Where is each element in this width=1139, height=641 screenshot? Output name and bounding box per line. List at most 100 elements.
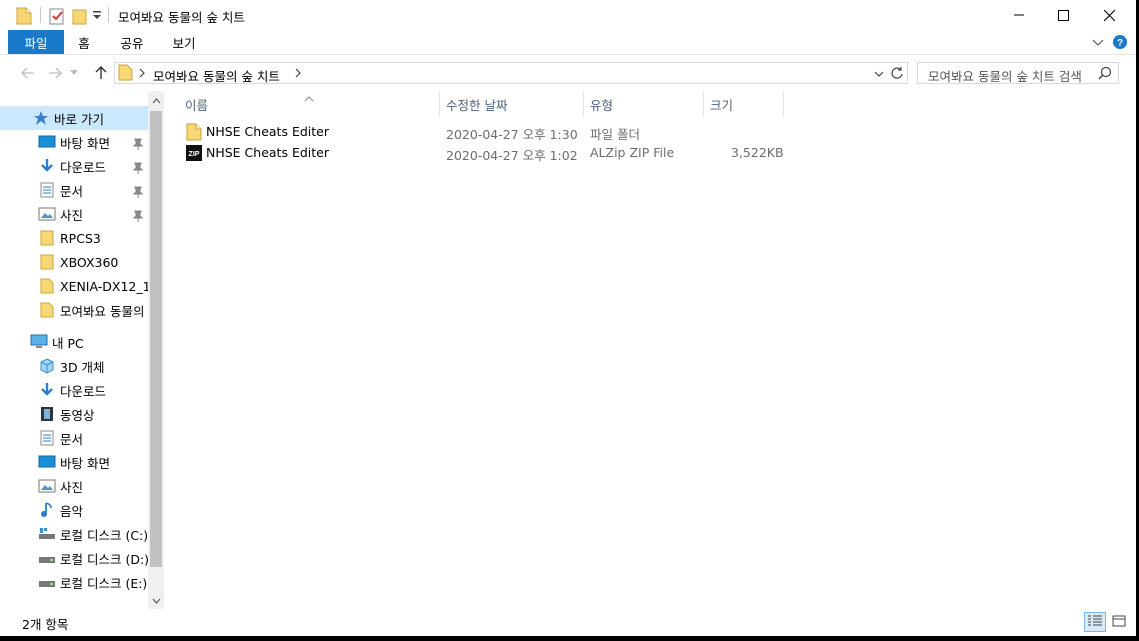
document-icon xyxy=(38,429,56,447)
back-button[interactable] xyxy=(18,65,38,81)
search-placeholder: 모여봐요 동물의 숲 치트 검색 xyxy=(928,69,1082,84)
minimize-button[interactable] xyxy=(996,0,1042,30)
nav-label: 문서 xyxy=(60,183,84,199)
file-name: NHSE Cheats Editer xyxy=(206,145,329,160)
breadcrumb-chevron-icon[interactable] xyxy=(295,67,301,81)
drive-icon xyxy=(38,549,56,567)
nav-item-music[interactable]: 음악 xyxy=(38,498,83,522)
nav-label: 로컬 디스크 (D:) xyxy=(60,551,150,567)
scroll-thumb[interactable] xyxy=(150,111,162,567)
nav-this-pc[interactable]: 내 PC xyxy=(30,330,84,354)
folder-icon xyxy=(38,229,56,247)
nav-item-rpcs3[interactable]: RPCS3 xyxy=(38,226,101,250)
file-type: 파일 폴더 xyxy=(590,127,640,142)
system-drive-icon xyxy=(38,525,56,543)
pin-icon[interactable] xyxy=(132,138,144,150)
star-icon xyxy=(32,109,50,127)
folder-icon xyxy=(118,64,133,84)
scroll-down-icon[interactable] xyxy=(148,593,164,609)
column-header-name[interactable]: 이름 xyxy=(185,91,208,117)
picture-icon xyxy=(38,205,56,223)
nav-item-pc-documents[interactable]: 문서 xyxy=(38,426,83,450)
nav-item-xbox360[interactable]: XBOX360 xyxy=(38,250,118,274)
nav-item-drive-e[interactable]: 로컬 디스크 (E:) xyxy=(38,570,147,594)
nav-item-drive-c[interactable]: 로컬 디스크 (C:) xyxy=(38,522,148,546)
nav-quick-access[interactable]: 바로 가기 xyxy=(0,106,148,130)
scroll-up-icon[interactable] xyxy=(148,93,164,109)
download-icon xyxy=(38,381,56,399)
nav-item-pc-pictures[interactable]: 사진 xyxy=(38,474,83,498)
tab-view[interactable]: 보기 xyxy=(162,30,206,54)
svg-text:ZIP: ZIP xyxy=(189,151,200,158)
nav-item-3d-objects[interactable]: 3D 개체 xyxy=(38,354,105,378)
customize-quick-access-icon[interactable] xyxy=(93,9,101,24)
address-bar[interactable]: 모여봐요 동물의 숲 치트 xyxy=(114,62,908,84)
nav-label: 바탕 화면 xyxy=(60,135,110,151)
tab-file[interactable]: 파일 xyxy=(8,30,64,54)
close-button[interactable] xyxy=(1086,0,1132,30)
pin-icon[interactable] xyxy=(132,186,144,198)
nav-item-pc-downloads[interactable]: 다운로드 xyxy=(38,378,106,402)
nav-scrollbar[interactable] xyxy=(148,91,164,609)
large-icons-view-button[interactable] xyxy=(1108,612,1130,632)
details-view-button[interactable] xyxy=(1084,612,1106,632)
recent-locations-button[interactable] xyxy=(68,65,80,81)
file-size: 3,522KB xyxy=(731,145,784,160)
large-icons-view-icon xyxy=(1112,615,1126,630)
up-button[interactable] xyxy=(91,65,111,81)
forward-button[interactable] xyxy=(45,65,65,81)
table-row[interactable]: ZIP NHSE Cheats Editer 2020-04-27 오후 1:0… xyxy=(184,142,784,163)
nav-item-desktop[interactable]: 바탕 화면 xyxy=(38,130,110,154)
nav-label: 사진 xyxy=(60,207,84,223)
nav-label: 로컬 디스크 (E:) xyxy=(60,575,148,591)
new-folder-icon[interactable] xyxy=(72,7,88,28)
nav-label: 바로 가기 xyxy=(54,111,104,127)
nav-label: XBOX360 xyxy=(60,254,119,270)
breadcrumb-item[interactable]: 모여봐요 동물의 숲 치트 xyxy=(153,66,280,85)
search-icon[interactable] xyxy=(1098,66,1112,83)
table-row[interactable]: NHSE Cheats Editer 2020-04-27 오후 1:30 파일… xyxy=(184,121,784,142)
breadcrumb-chevron-icon[interactable] xyxy=(139,67,145,81)
nav-item-acnh-folder[interactable]: 모여봐요 동물의 xyxy=(38,298,144,322)
zip-icon: ZIP xyxy=(186,145,202,164)
tab-share[interactable]: 공유 xyxy=(112,30,152,54)
nav-label: 문서 xyxy=(60,431,84,447)
nav-label: RPCS3 xyxy=(60,230,101,246)
nav-label: 모여봐요 동물의 xyxy=(60,303,145,319)
tab-home[interactable]: 홈 xyxy=(66,30,102,54)
maximize-button[interactable] xyxy=(1040,0,1086,30)
column-header-type[interactable]: 유형 xyxy=(590,91,613,117)
nav-item-videos[interactable]: 동영상 xyxy=(38,402,95,426)
file-date: 2020-04-27 오후 1:02 xyxy=(446,148,578,163)
music-icon xyxy=(38,501,56,519)
sort-ascending-icon xyxy=(304,91,314,105)
search-input[interactable]: 모여봐요 동물의 숲 치트 검색 xyxy=(917,62,1119,84)
file-list: 이름 수정한 날짜 유형 크기 NHSE Cheats Editer 2020-… xyxy=(164,91,1136,609)
nav-item-pictures[interactable]: 사진 xyxy=(38,202,83,226)
folder-icon xyxy=(38,301,56,319)
expand-ribbon-icon[interactable] xyxy=(1092,36,1104,50)
details-view-icon xyxy=(1088,615,1102,630)
folder-icon xyxy=(186,123,202,144)
folder-window-icon xyxy=(16,7,32,28)
nav-item-downloads[interactable]: 다운로드 xyxy=(38,154,106,178)
folder-icon xyxy=(38,277,56,295)
file-type: ALZip ZIP File xyxy=(590,145,675,160)
window-title: 모여봐요 동물의 숲 치트 xyxy=(118,10,245,25)
nav-item-drive-d[interactable]: 로컬 디스크 (D:) xyxy=(38,546,149,570)
pin-icon[interactable] xyxy=(132,162,144,174)
nav-item-pc-desktop[interactable]: 바탕 화면 xyxy=(38,450,110,474)
refresh-icon[interactable] xyxy=(890,66,904,83)
file-name: NHSE Cheats Editer xyxy=(206,124,329,139)
properties-icon[interactable] xyxy=(49,7,65,28)
nav-label: 내 PC xyxy=(52,335,84,351)
address-dropdown-icon[interactable] xyxy=(874,68,884,82)
column-header-date[interactable]: 수정한 날짜 xyxy=(446,91,507,117)
nav-item-documents[interactable]: 문서 xyxy=(38,178,83,202)
column-header-size[interactable]: 크기 xyxy=(710,91,733,117)
nav-label: 사진 xyxy=(60,479,84,495)
help-icon[interactable]: ? xyxy=(1113,35,1127,52)
nav-item-xenia[interactable]: XENIA-DX12_1.0 xyxy=(38,274,163,298)
item-count: 2개 항목 xyxy=(22,617,69,632)
pin-icon[interactable] xyxy=(132,210,144,222)
